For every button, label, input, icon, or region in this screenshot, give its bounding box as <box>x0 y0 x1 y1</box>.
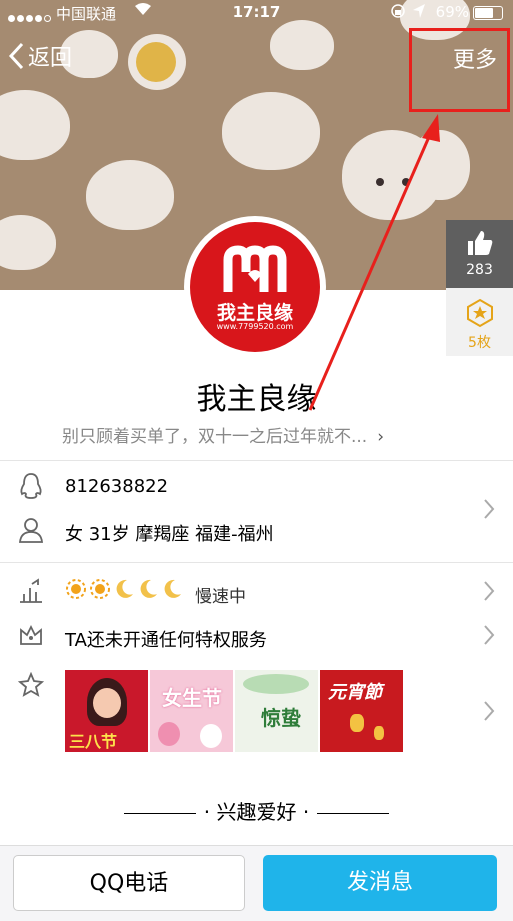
chart-icon <box>18 578 44 608</box>
photo-thumbnail[interactable]: 女生节 <box>150 670 233 752</box>
qq-call-button[interactable]: QQ电话 <box>13 855 245 911</box>
photo-wall[interactable]: 三八节 女生节 惊蛰 元宵節 <box>65 670 403 752</box>
location-icon <box>412 3 426 23</box>
medal-button[interactable]: 5枚 <box>446 288 513 356</box>
level-row[interactable]: 慢速中 <box>0 578 513 608</box>
like-button[interactable]: 283 <box>446 220 513 288</box>
chevron-right-icon <box>483 624 495 650</box>
personal-info-row[interactable]: 女 31岁 摩羯座 福建-福州 <box>0 516 513 548</box>
chevron-right-icon: › <box>377 427 385 447</box>
photo-caption: 元宵節 <box>328 682 382 703</box>
bun-decoration <box>86 160 174 230</box>
photo-caption: 三八节 <box>69 732 118 751</box>
hobby-title: 兴趣爱好 <box>216 800 297 824</box>
signature-link[interactable]: 别只顾着买单了，双十一之后过年就不... › <box>62 422 384 447</box>
logo-mark <box>223 245 287 292</box>
battery-icon <box>473 6 503 20</box>
level-status: 慢速中 <box>195 587 246 607</box>
chevron-left-icon <box>8 42 24 70</box>
photo-thumbnail[interactable]: 元宵節 <box>320 670 403 752</box>
photo-caption: 女生节 <box>162 686 222 710</box>
qq-number-row[interactable]: 812638822 <box>0 472 513 502</box>
chevron-right-icon <box>483 700 495 726</box>
crown-icon <box>18 622 44 652</box>
bun-decoration <box>0 90 70 160</box>
hobby-heading: · 兴趣爱好 · <box>0 796 513 825</box>
battery-percent: 69% <box>435 3 469 21</box>
photo-thumbnail[interactable]: 三八节 <box>65 670 148 752</box>
star-badge-icon <box>17 671 45 702</box>
penguin-icon <box>18 472 44 504</box>
moon-icon <box>164 579 181 598</box>
medal-icon <box>466 298 493 328</box>
level-icons <box>65 578 183 600</box>
egg-decoration <box>128 34 186 90</box>
signature-text: 别只顾着买单了，双十一之后过年就不... <box>62 427 368 447</box>
profile-name: 我主良缘 <box>196 382 317 417</box>
moon-icon <box>140 579 157 598</box>
photo-thumbnail[interactable]: 惊蛰 <box>235 670 318 752</box>
qq-number: 812638822 <box>65 476 169 497</box>
sun-icon <box>90 579 110 599</box>
bun-decoration <box>0 215 56 270</box>
bun-decoration <box>222 92 320 170</box>
like-count: 283 <box>466 262 493 278</box>
bear-decoration <box>342 130 442 220</box>
sun-icon <box>66 579 86 599</box>
medal-count: 5枚 <box>468 335 491 351</box>
personal-info: 女 31岁 摩羯座 福建-福州 <box>65 524 274 545</box>
privilege-row[interactable]: TA还未开通任何特权服务 <box>0 622 513 652</box>
photo-caption: 惊蛰 <box>261 706 301 730</box>
chevron-right-icon <box>483 580 495 606</box>
bun-decoration <box>270 20 334 70</box>
send-message-button[interactable]: 发消息 <box>263 855 497 911</box>
rotation-lock-icon <box>390 3 406 23</box>
logo-url: www.7799520.com <box>216 322 294 331</box>
footer-bar: QQ电话 发消息 <box>0 845 513 921</box>
divider <box>0 562 513 563</box>
logo-text: 我主良缘 <box>216 302 293 324</box>
back-button[interactable]: 返回 <box>8 40 72 72</box>
privilege-text: TA还未开通任何特权服务 <box>65 630 267 651</box>
chevron-right-icon <box>483 498 495 524</box>
divider <box>0 460 513 461</box>
moon-icon <box>116 579 133 598</box>
person-icon <box>18 516 44 548</box>
back-label: 返回 <box>28 46 73 71</box>
thumbs-up-icon <box>467 231 492 255</box>
status-bar: 中国联通 17:17 69% <box>0 0 513 26</box>
highlight-box <box>409 28 510 112</box>
avatar[interactable]: 我主良缘 www.7799520.com <box>184 216 326 358</box>
